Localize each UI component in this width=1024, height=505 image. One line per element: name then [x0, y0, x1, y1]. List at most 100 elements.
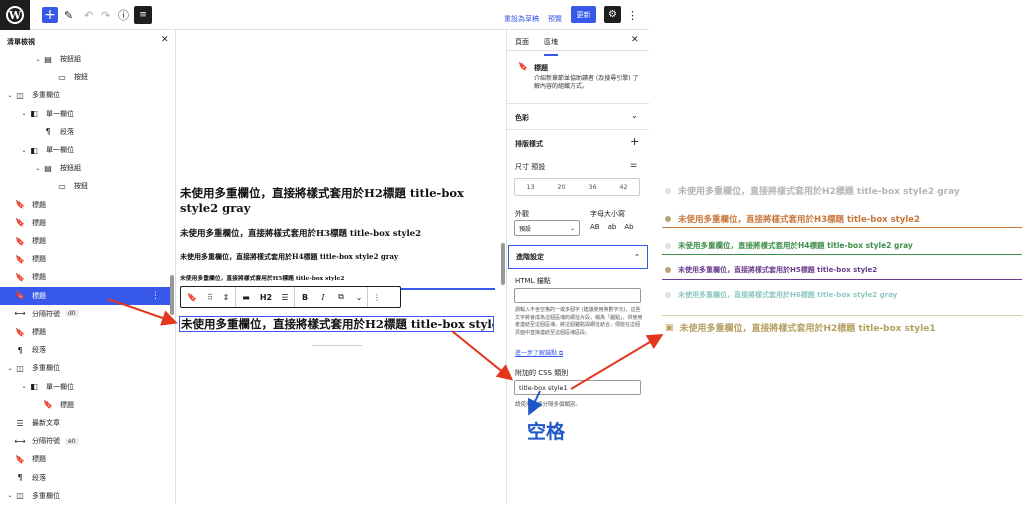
list-view-item[interactable]: ⌄ ◫ 多重欄位: [0, 86, 170, 104]
drag-handle-icon[interactable]: ⠿: [203, 287, 217, 307]
block-options-more-icon[interactable]: ⋮: [368, 287, 386, 307]
list-view-item[interactable]: ▭ 按鈕: [0, 68, 170, 86]
move-up-down-icon[interactable]: ⇕: [217, 287, 235, 307]
options-more-icon[interactable]: ⋮: [627, 6, 638, 24]
custom-size-sliders-icon[interactable]: ⚌: [630, 160, 637, 169]
list-view-item[interactable]: ⌄ ▤ 按鈕組: [0, 50, 170, 68]
uppercase-button[interactable]: AB: [590, 223, 600, 231]
list-view-item[interactable]: ¶ 段落: [0, 123, 170, 141]
capitalize-button[interactable]: Ab: [624, 223, 633, 231]
advanced-panel-toggle[interactable]: 進階設定 ⌃: [508, 245, 648, 269]
canvas-scrollbar[interactable]: [501, 243, 505, 285]
block-type-icon: ◧: [30, 145, 38, 155]
block-type-bookmark-icon[interactable]: 🔖: [181, 287, 203, 307]
list-view-item[interactable]: 🔖 標題: [0, 323, 170, 341]
undo-icon[interactable]: ↶: [84, 6, 93, 24]
link-icon[interactable]: ⧉: [331, 287, 351, 307]
font-size-option[interactable]: 36: [588, 183, 596, 191]
learn-more-anchor-link[interactable]: 進一步了解錨點 ⧉: [515, 348, 563, 358]
chevron-down-icon[interactable]: ⌄: [20, 383, 28, 390]
add-block-button[interactable]: +: [42, 7, 58, 23]
list-view-item[interactable]: ¶ 段落: [0, 469, 170, 487]
list-view-item[interactable]: ⌄ ◧ 單一欄位: [0, 378, 170, 396]
selected-heading-h2-style1[interactable]: 未使用多重欄位，直接將樣式套用於H2標題 title-box style1: [179, 316, 494, 332]
space-annotation: 空格: [527, 421, 566, 443]
color-section-title[interactable]: 色彩: [515, 113, 529, 123]
list-view-item[interactable]: 🔖 標題: [0, 214, 170, 232]
bold-button[interactable]: B: [295, 287, 315, 307]
font-size-option[interactable]: 13: [526, 183, 534, 191]
tools-pencil-icon[interactable]: ✎: [64, 6, 73, 24]
details-info-icon[interactable]: ⓘ: [118, 6, 129, 24]
chevron-down-icon[interactable]: ⌄: [20, 110, 28, 117]
settings-gear-icon[interactable]: ⚙: [604, 6, 621, 23]
heading-level-button[interactable]: H2: [256, 287, 276, 307]
chevron-down-icon[interactable]: ⌄: [34, 165, 42, 172]
list-view-item[interactable]: 🔖 標題: [0, 396, 170, 414]
chevron-down-icon[interactable]: ⌄: [6, 492, 14, 499]
list-view-close-icon[interactable]: ✕: [161, 35, 169, 45]
chevron-down-icon[interactable]: ⌄: [34, 56, 42, 63]
redo-icon[interactable]: ↷: [101, 6, 110, 24]
tab-block[interactable]: 區塊: [544, 37, 558, 56]
chevron-down-icon[interactable]: ⌄: [6, 92, 14, 99]
list-view-item[interactable]: ⌄ ▤ 按鈕組: [0, 159, 170, 177]
list-view-item[interactable]: 🔖 標題: [0, 250, 170, 268]
letter-case-options: AB ab Ab: [590, 223, 634, 231]
list-view-item[interactable]: ¶ 段落: [0, 341, 170, 359]
list-view-item[interactable]: ⌄ ◫ 多重欄位: [0, 359, 170, 377]
block-card-title: 標題: [534, 64, 548, 72]
switch-to-draft-button[interactable]: 重設為草稿: [504, 10, 539, 28]
bullet-dot-icon: [665, 242, 671, 249]
item-options-more-icon[interactable]: ⋮: [151, 291, 160, 301]
list-view-item[interactable]: 🔖 標題: [0, 450, 170, 468]
list-view-item[interactable]: 🔖 標題: [0, 232, 170, 250]
list-view-item[interactable]: ⌄ ◧ 單一欄位: [0, 105, 170, 123]
update-button[interactable]: 更新: [571, 6, 596, 23]
tab-page[interactable]: 頁面: [515, 37, 529, 47]
typography-options-plus-icon[interactable]: +: [630, 135, 639, 148]
css-class-input[interactable]: title-box style1: [514, 380, 641, 395]
heading-h2-gray[interactable]: 未使用多重欄位，直接將樣式套用於H2標題 title-box style2 gr…: [180, 186, 495, 216]
styled-heading-preview: 未使用多重欄位，直接將樣式套用於H6標題 title-box style2 gr…: [665, 290, 897, 300]
editor-canvas[interactable]: [176, 30, 499, 504]
list-view-item[interactable]: 🔖 標題: [0, 196, 170, 214]
list-view-item[interactable]: ⌄ ◫ 多重欄位: [0, 487, 170, 505]
heading-h4[interactable]: 未使用多重欄位，直接將樣式套用於H4標題 title-box style2 gr…: [180, 252, 495, 262]
block-type-icon: ◧: [30, 109, 38, 119]
more-formats-chevron-down-icon[interactable]: ⌄: [351, 287, 367, 307]
wordpress-logo-icon: W: [6, 6, 24, 24]
list-view-item-label: 最新文章: [32, 419, 60, 427]
appearance-select[interactable]: 預設 ⌄: [514, 220, 580, 236]
font-size-option[interactable]: 20: [557, 183, 565, 191]
lowercase-button[interactable]: ab: [608, 223, 617, 231]
list-view-item[interactable]: 🔖 標題: [0, 268, 170, 286]
list-view-item[interactable]: ⌄ ◧ 單一欄位: [0, 141, 170, 159]
html-anchor-input[interactable]: [514, 288, 641, 303]
italic-button[interactable]: I: [315, 287, 331, 307]
text-align-icon[interactable]: ☰: [276, 287, 294, 307]
list-view-button[interactable]: ≡: [134, 6, 152, 24]
preview-button[interactable]: 預覽: [548, 10, 562, 28]
list-view-item-label: 標題: [32, 200, 46, 209]
chevron-down-icon[interactable]: ⌄: [631, 111, 638, 120]
list-view-item[interactable]: ⟷ 分隔符號 d0: [0, 305, 170, 323]
heading-h3[interactable]: 未使用多重欄位，直接將樣式套用於H3標題 title-box style2: [180, 227, 495, 239]
letter-case-label: 字母大小寫: [590, 210, 625, 218]
list-view-scrollbar[interactable]: [170, 275, 174, 315]
block-align-icon[interactable]: ▬: [236, 287, 256, 307]
chevron-down-icon[interactable]: ⌄: [20, 147, 28, 154]
list-view-item[interactable]: 🔖 標題 ⋮: [0, 286, 170, 305]
anchor-tag: d0: [65, 310, 79, 318]
bullet-dot-icon: [665, 267, 671, 273]
list-view-item[interactable]: ⟷ 分隔符號 e0: [0, 432, 170, 450]
font-size-option[interactable]: 42: [619, 183, 627, 191]
chevron-down-icon[interactable]: ⌄: [6, 365, 14, 372]
heading-h5[interactable]: 未使用多重欄位，直接將樣式套用於H5標題 title-box style2: [180, 273, 495, 282]
styled-heading-preview: 未使用多重欄位，直接將樣式套用於H3標題 title-box style2: [665, 213, 920, 225]
list-view-item[interactable]: ☰ 最新文章: [0, 414, 170, 432]
list-view-item[interactable]: ▭ 按鈕: [0, 177, 170, 195]
wordpress-logo-button[interactable]: W: [0, 0, 30, 30]
block-type-icon: ⟷: [14, 309, 26, 319]
settings-close-icon[interactable]: ✕: [631, 35, 639, 45]
